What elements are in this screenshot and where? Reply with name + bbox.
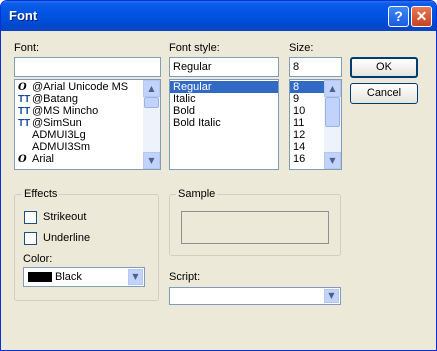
help-button[interactable]: ? xyxy=(388,6,409,27)
window-title: Font xyxy=(9,8,38,23)
cancel-button[interactable]: Cancel xyxy=(350,83,418,104)
title-bar[interactable]: Font ? ✕ xyxy=(1,1,436,31)
font-name: Arial xyxy=(32,153,55,165)
strikeout-checkbox[interactable] xyxy=(24,211,37,224)
sample-preview xyxy=(181,211,329,244)
font-style-label: Font style: xyxy=(169,42,220,54)
script-label: Script: xyxy=(169,271,201,283)
underline-checkbox[interactable] xyxy=(24,232,37,245)
size-label: Size: xyxy=(289,42,314,54)
script-select[interactable]: ▼ xyxy=(169,287,341,305)
size-list-scrollbar[interactable]: ▲ ▼ xyxy=(324,80,341,169)
font-style-item[interactable]: Regular xyxy=(170,81,278,93)
size-list[interactable]: 8 9 10 11 12 14 16 ▲ ▼ xyxy=(289,79,342,170)
effects-label: Effects xyxy=(22,188,60,200)
font-list-item[interactable]: TT @MS Mincho xyxy=(15,105,160,117)
dropdown-arrow-icon[interactable]: ▼ xyxy=(128,269,143,285)
font-list[interactable]: O @Arial Unicode MS TT @Batang TT @MS Mincho T… xyxy=(14,79,161,170)
dropdown-arrow-icon[interactable]: ▼ xyxy=(324,289,339,303)
opentype-icon: O xyxy=(18,154,27,165)
font-style-input[interactable]: Regular xyxy=(169,57,279,77)
underline-label[interactable]: Underline xyxy=(43,232,90,244)
size-input[interactable]: 8 xyxy=(289,57,342,77)
ok-button[interactable]: OK xyxy=(350,57,418,78)
scroll-down-icon[interactable]: ▼ xyxy=(324,152,341,169)
sample-label: Sample xyxy=(176,188,218,200)
scroll-up-icon[interactable]: ▲ xyxy=(324,80,341,97)
color-label: Color: xyxy=(23,253,53,265)
font-list-item[interactable]: TT @Batang xyxy=(15,93,160,105)
font-list-scrollbar[interactable]: ▲ ▼ xyxy=(143,80,160,169)
font-list-item[interactable]: ADMUI3Lg xyxy=(15,129,160,141)
font-list-item[interactable]: TT @SimSun xyxy=(15,117,160,129)
font-style-item[interactable]: Bold xyxy=(170,105,278,117)
font-name: @Arial Unicode MS xyxy=(32,81,129,93)
color-value: Black xyxy=(55,271,82,283)
font-style-item[interactable]: Italic xyxy=(170,93,278,105)
font-list-item[interactable]: O @Arial Unicode MS xyxy=(15,81,160,93)
font-label: Font: xyxy=(14,42,40,54)
scroll-down-icon[interactable]: ▼ xyxy=(143,152,160,169)
font-dialog: Font ? ✕ Font: O @Arial Unicode MS TT @Bata… xyxy=(0,0,437,351)
font-list-item[interactable]: O Arial xyxy=(15,153,160,165)
font-list-item[interactable]: ADMUI3Sm xyxy=(15,141,160,153)
font-style-item[interactable]: Bold Italic xyxy=(170,117,278,129)
font-name: @SimSun xyxy=(32,117,82,129)
color-select[interactable]: Black ▼ xyxy=(23,267,145,287)
scroll-thumb[interactable] xyxy=(144,97,159,108)
font-name: @MS Mincho xyxy=(32,105,99,117)
color-swatch xyxy=(28,272,52,282)
font-name: @Batang xyxy=(32,93,79,105)
scroll-thumb[interactable] xyxy=(325,97,340,127)
font-name: ADMUI3Lg xyxy=(32,129,86,141)
font-input[interactable] xyxy=(14,57,161,77)
font-name: ADMUI3Sm xyxy=(32,141,91,153)
close-button[interactable]: ✕ xyxy=(411,6,432,27)
strikeout-label[interactable]: Strikeout xyxy=(43,211,86,223)
scroll-up-icon[interactable]: ▲ xyxy=(143,80,160,97)
font-style-list[interactable]: Regular Italic Bold Bold Italic xyxy=(169,79,279,170)
